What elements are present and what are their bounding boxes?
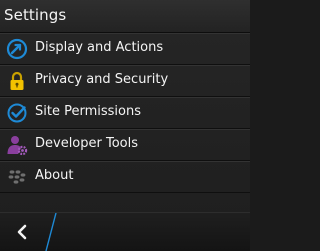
menu-item-label: About — [35, 168, 74, 183]
action-bar — [0, 212, 250, 251]
menu-item-label: Site Permissions — [35, 104, 141, 119]
developer-gear-person-icon — [6, 134, 28, 156]
menu-item-label: Privacy and Security — [35, 72, 169, 87]
empty-list-area — [0, 195, 250, 212]
settings-menu: Display and Actions Privacy and Security — [0, 33, 250, 193]
menu-item-label: Developer Tools — [35, 136, 139, 151]
menu-item-label: Display and Actions — [35, 40, 164, 55]
page-title: Settings — [4, 6, 67, 24]
title-bar: Settings — [0, 0, 250, 33]
blackberry-logo-icon — [6, 166, 28, 188]
menu-item-site-permissions[interactable]: Site Permissions — [0, 97, 250, 129]
settings-screen: Settings Display and Actions Privacy and… — [0, 0, 250, 251]
menu-item-developer-tools[interactable]: Developer Tools — [0, 129, 250, 161]
menu-item-about[interactable]: About — [0, 161, 250, 193]
chevron-left-icon — [17, 224, 27, 240]
display-actions-icon — [6, 38, 28, 60]
menu-item-display-and-actions[interactable]: Display and Actions — [0, 33, 250, 65]
back-divider — [45, 213, 57, 251]
menu-item-privacy-and-security[interactable]: Privacy and Security — [0, 65, 250, 97]
checkmark-circle-icon — [6, 102, 28, 124]
padlock-icon — [6, 70, 28, 92]
